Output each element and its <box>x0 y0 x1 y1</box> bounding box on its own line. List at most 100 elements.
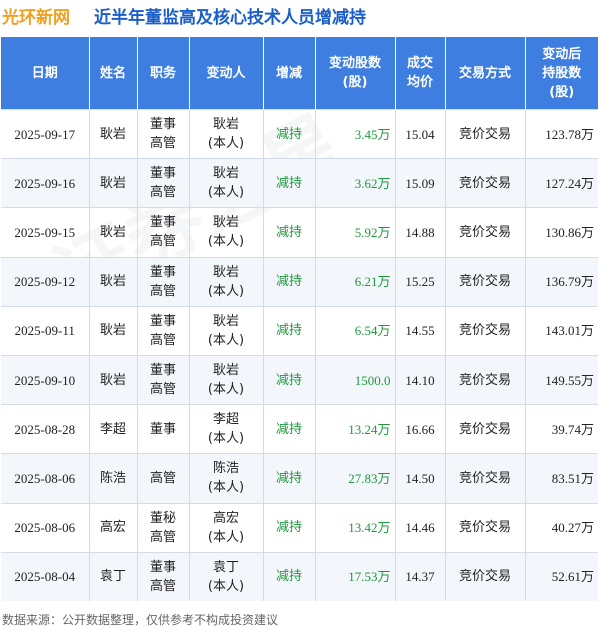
title-bar: 光环新网 近半年董监高及核心技术人员增减持 <box>0 0 600 32</box>
role-cell: 董事 高管 <box>137 256 190 307</box>
shares-header: 变动股数 (股) <box>315 37 396 110</box>
date-header: 日期 <box>1 37 90 110</box>
role-cell: 董事 高管 <box>137 158 190 208</box>
changer-cell: 袁丁 (本人) <box>189 551 264 601</box>
method-cell: 竞价交易 <box>445 551 526 601</box>
role-cell: 董事 高管 <box>137 305 190 356</box>
changer-cell: 耿岩 (本人) <box>189 256 264 307</box>
method-cell: 竞价交易 <box>445 354 526 405</box>
role-cell: 董事 高管 <box>137 354 190 405</box>
action-cell: 减持 <box>263 502 316 553</box>
table-header-row: 日期 姓名 职务 变动人 增减 变动股数 (股) 成交 均价 交易方式 变动后 持股数 (股) <box>1 37 598 110</box>
table-row: 2025-09-17 耿岩 董事 高管 耿岩 (本人) 减持 3.45万 15.04 竞价交易 12… <box>1 108 598 159</box>
after-header: 变动后 持股数 (股) <box>525 37 598 110</box>
name-cell: 耿岩 <box>89 108 138 159</box>
date-cell: 2025-08-04 <box>1 551 90 601</box>
data-source-note: 数据来源：公开数据整理，仅供参考不构成投资建议 <box>2 613 279 627</box>
action-cell: 减持 <box>263 256 316 307</box>
shares-cell: 6.21万 <box>315 256 396 307</box>
shares-cell: 3.45万 <box>315 108 396 159</box>
date-cell: 2025-08-06 <box>1 502 90 553</box>
name-cell: 耿岩 <box>89 305 138 356</box>
date-cell: 2025-09-12 <box>1 256 90 307</box>
price-cell: 14.37 <box>395 551 446 601</box>
changer-cell: 高宏 (本人) <box>189 502 264 553</box>
date-cell: 2025-09-11 <box>1 305 90 356</box>
name-header: 姓名 <box>89 37 138 110</box>
changer-cell: 耿岩 (本人) <box>189 207 264 258</box>
name-cell: 李超 <box>89 404 138 454</box>
after-shares-cell: 127.24万 <box>525 158 598 208</box>
date-cell: 2025-09-16 <box>1 158 90 208</box>
after-shares-cell: 130.86万 <box>525 207 598 258</box>
price-cell: 16.66 <box>395 404 446 454</box>
insider-trading-table: 日期 姓名 职务 变动人 增减 变动股数 (股) 成交 均价 交易方式 变动后 持股数 (股) 2025… <box>1 37 598 601</box>
changer-cell: 李超 (本人) <box>189 404 264 454</box>
name-cell: 陈浩 <box>89 453 138 503</box>
action-cell: 减持 <box>263 158 316 208</box>
method-cell: 竞价交易 <box>445 453 526 503</box>
action-cell: 减持 <box>263 453 316 503</box>
shares-cell: 17.53万 <box>315 551 396 601</box>
price-header: 成交 均价 <box>395 37 446 110</box>
brand-name: 光环新网 <box>2 8 70 28</box>
method-cell: 竞价交易 <box>445 404 526 454</box>
after-shares-cell: 123.78万 <box>525 108 598 159</box>
after-shares-cell: 83.51万 <box>525 453 598 503</box>
role-cell: 董事 高管 <box>137 108 190 159</box>
table-row: 2025-08-04 袁丁 董事 高管 袁丁 (本人) 减持 17.53万 14.37 竞价交易 5… <box>1 551 598 601</box>
price-cell: 15.04 <box>395 108 446 159</box>
price-cell: 14.88 <box>395 207 446 258</box>
method-cell: 竞价交易 <box>445 502 526 553</box>
role-cell: 高管 <box>137 453 190 503</box>
action-cell: 减持 <box>263 551 316 601</box>
action-cell: 减持 <box>263 305 316 356</box>
price-cell: 14.10 <box>395 354 446 405</box>
date-cell: 2025-09-10 <box>1 354 90 405</box>
after-shares-cell: 149.55万 <box>525 354 598 405</box>
method-cell: 竞价交易 <box>445 158 526 208</box>
changer-cell: 耿岩 (本人) <box>189 305 264 356</box>
after-shares-cell: 143.01万 <box>525 305 598 356</box>
action-cell: 减持 <box>263 207 316 258</box>
shares-cell: 13.24万 <box>315 404 396 454</box>
shares-cell: 13.42万 <box>315 502 396 553</box>
method-cell: 竞价交易 <box>445 305 526 356</box>
method-header: 交易方式 <box>445 37 526 110</box>
action-cell: 减持 <box>263 108 316 159</box>
table-row: 2025-09-15 耿岩 董事 高管 耿岩 (本人) 减持 5.92万 14.88 竞价交易 13… <box>1 207 598 258</box>
role-header: 职务 <box>137 37 190 110</box>
shares-cell: 3.62万 <box>315 158 396 208</box>
action-header: 增减 <box>263 37 316 110</box>
table-row: 2025-08-28 李超 董事 李超 (本人) 减持 13.24万 16.66 竞价交易 39.… <box>1 404 598 454</box>
shares-cell: 5.92万 <box>315 207 396 258</box>
date-cell: 2025-08-28 <box>1 404 90 454</box>
page-title: 近半年董监高及核心技术人员增减持 <box>94 8 366 28</box>
changer-cell: 耿岩 (本人) <box>189 158 264 208</box>
role-cell: 董秘 高管 <box>137 502 190 553</box>
method-cell: 竞价交易 <box>445 108 526 159</box>
price-cell: 15.09 <box>395 158 446 208</box>
action-cell: 减持 <box>263 354 316 405</box>
method-cell: 竞价交易 <box>445 256 526 307</box>
role-cell: 董事 高管 <box>137 551 190 601</box>
name-cell: 袁丁 <box>89 551 138 601</box>
table-row: 2025-09-16 耿岩 董事 高管 耿岩 (本人) 减持 3.62万 15.09 竞价交易 12… <box>1 158 598 208</box>
date-cell: 2025-09-17 <box>1 108 90 159</box>
changer-cell: 陈浩 (本人) <box>189 453 264 503</box>
shares-cell: 27.83万 <box>315 453 396 503</box>
name-cell: 耿岩 <box>89 207 138 258</box>
changer-cell: 耿岩 (本人) <box>189 354 264 405</box>
price-cell: 14.46 <box>395 502 446 553</box>
role-cell: 董事 高管 <box>137 207 190 258</box>
table-row: 2025-08-06 高宏 董秘 高管 高宏 (本人) 减持 13.42万 14.46 竞价交易 4… <box>1 502 598 553</box>
shares-cell: 6.54万 <box>315 305 396 356</box>
table-row: 2025-09-12 耿岩 董事 高管 耿岩 (本人) 减持 6.21万 15.25 竞价交易 13… <box>1 256 598 307</box>
date-cell: 2025-09-15 <box>1 207 90 258</box>
name-cell: 耿岩 <box>89 256 138 307</box>
name-cell: 耿岩 <box>89 354 138 405</box>
name-cell: 高宏 <box>89 502 138 553</box>
name-cell: 耿岩 <box>89 158 138 208</box>
table-row: 2025-08-06 陈浩 高管 陈浩 (本人) 减持 27.83万 14.50 竞价交易 83.… <box>1 453 598 503</box>
table-body: 2025-09-17 耿岩 董事 高管 耿岩 (本人) 减持 3.45万 15.04 竞价交易 12… <box>1 108 598 601</box>
